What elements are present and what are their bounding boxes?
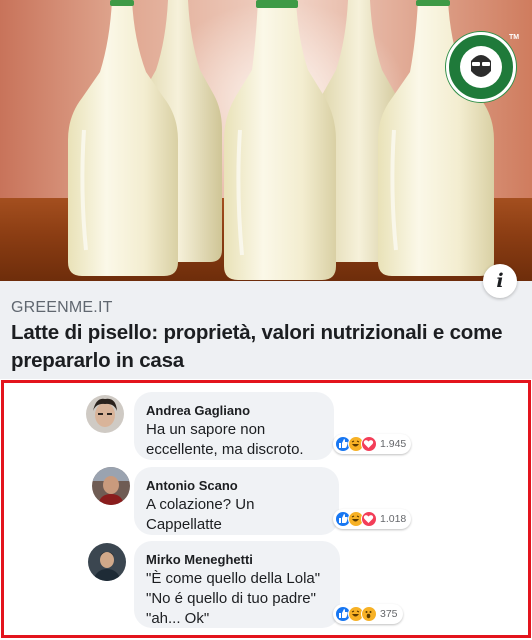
avatar[interactable] [86,395,124,433]
avatar[interactable] [88,543,126,581]
post-image[interactable]: TM [0,0,532,281]
avatar-mirko-icon [88,543,126,581]
comment-text-line: "È come quello della Lola" [146,570,321,587]
commenti-memorabili-logo [446,32,516,102]
love-reaction-icon [361,511,377,527]
love-reaction-icon [361,436,377,452]
reaction-summary[interactable]: 1.945 [333,434,412,454]
avatar-antonio-icon [92,467,130,505]
avatar-andrea-icon [86,395,124,433]
comment-bubble[interactable]: Andrea Gagliano Ha un sapore non eccelle… [134,392,334,460]
comment-bubble[interactable]: Antonio Scano A colazione? Un Cappellatt… [134,467,339,535]
reaction-count: 1.018 [380,513,407,525]
comment-text-line: A colazione? Un [146,496,255,513]
comment-text-line: "ah... Ok" [146,610,210,627]
info-button[interactable]: i [483,264,517,298]
link-headline[interactable]: Latte di pisello: proprietà, valori nutr… [11,319,526,375]
comment-author[interactable]: Andrea Gagliano [146,402,322,420]
comments-highlight-box: Andrea Gagliano Ha un sapore non eccelle… [1,380,531,638]
comment-author[interactable]: Antonio Scano [146,477,327,495]
comment-text-line: Ha un sapore non [146,421,266,438]
comment-bubble[interactable]: Mirko Meneghetti "È come quello della Lo… [134,541,340,628]
comment-author[interactable]: Mirko Meneghetti [146,551,328,569]
trademark-label: TM [509,34,520,41]
reaction-count: 1.945 [380,438,407,450]
reaction-count: 375 [380,608,398,620]
comment-text-line: "No é quello di tuo padre" [146,590,316,607]
logo-face-icon [460,46,502,88]
wow-reaction-icon [361,606,377,622]
comment-text-line: eccellente, ma discroto. [146,441,304,458]
comment-text-line: Cappellatte [146,516,222,533]
reaction-summary[interactable]: 375 [333,604,403,624]
avatar[interactable] [92,467,130,505]
link-source: GREENME.IT [11,299,113,316]
reaction-summary[interactable]: 1.018 [333,509,412,529]
